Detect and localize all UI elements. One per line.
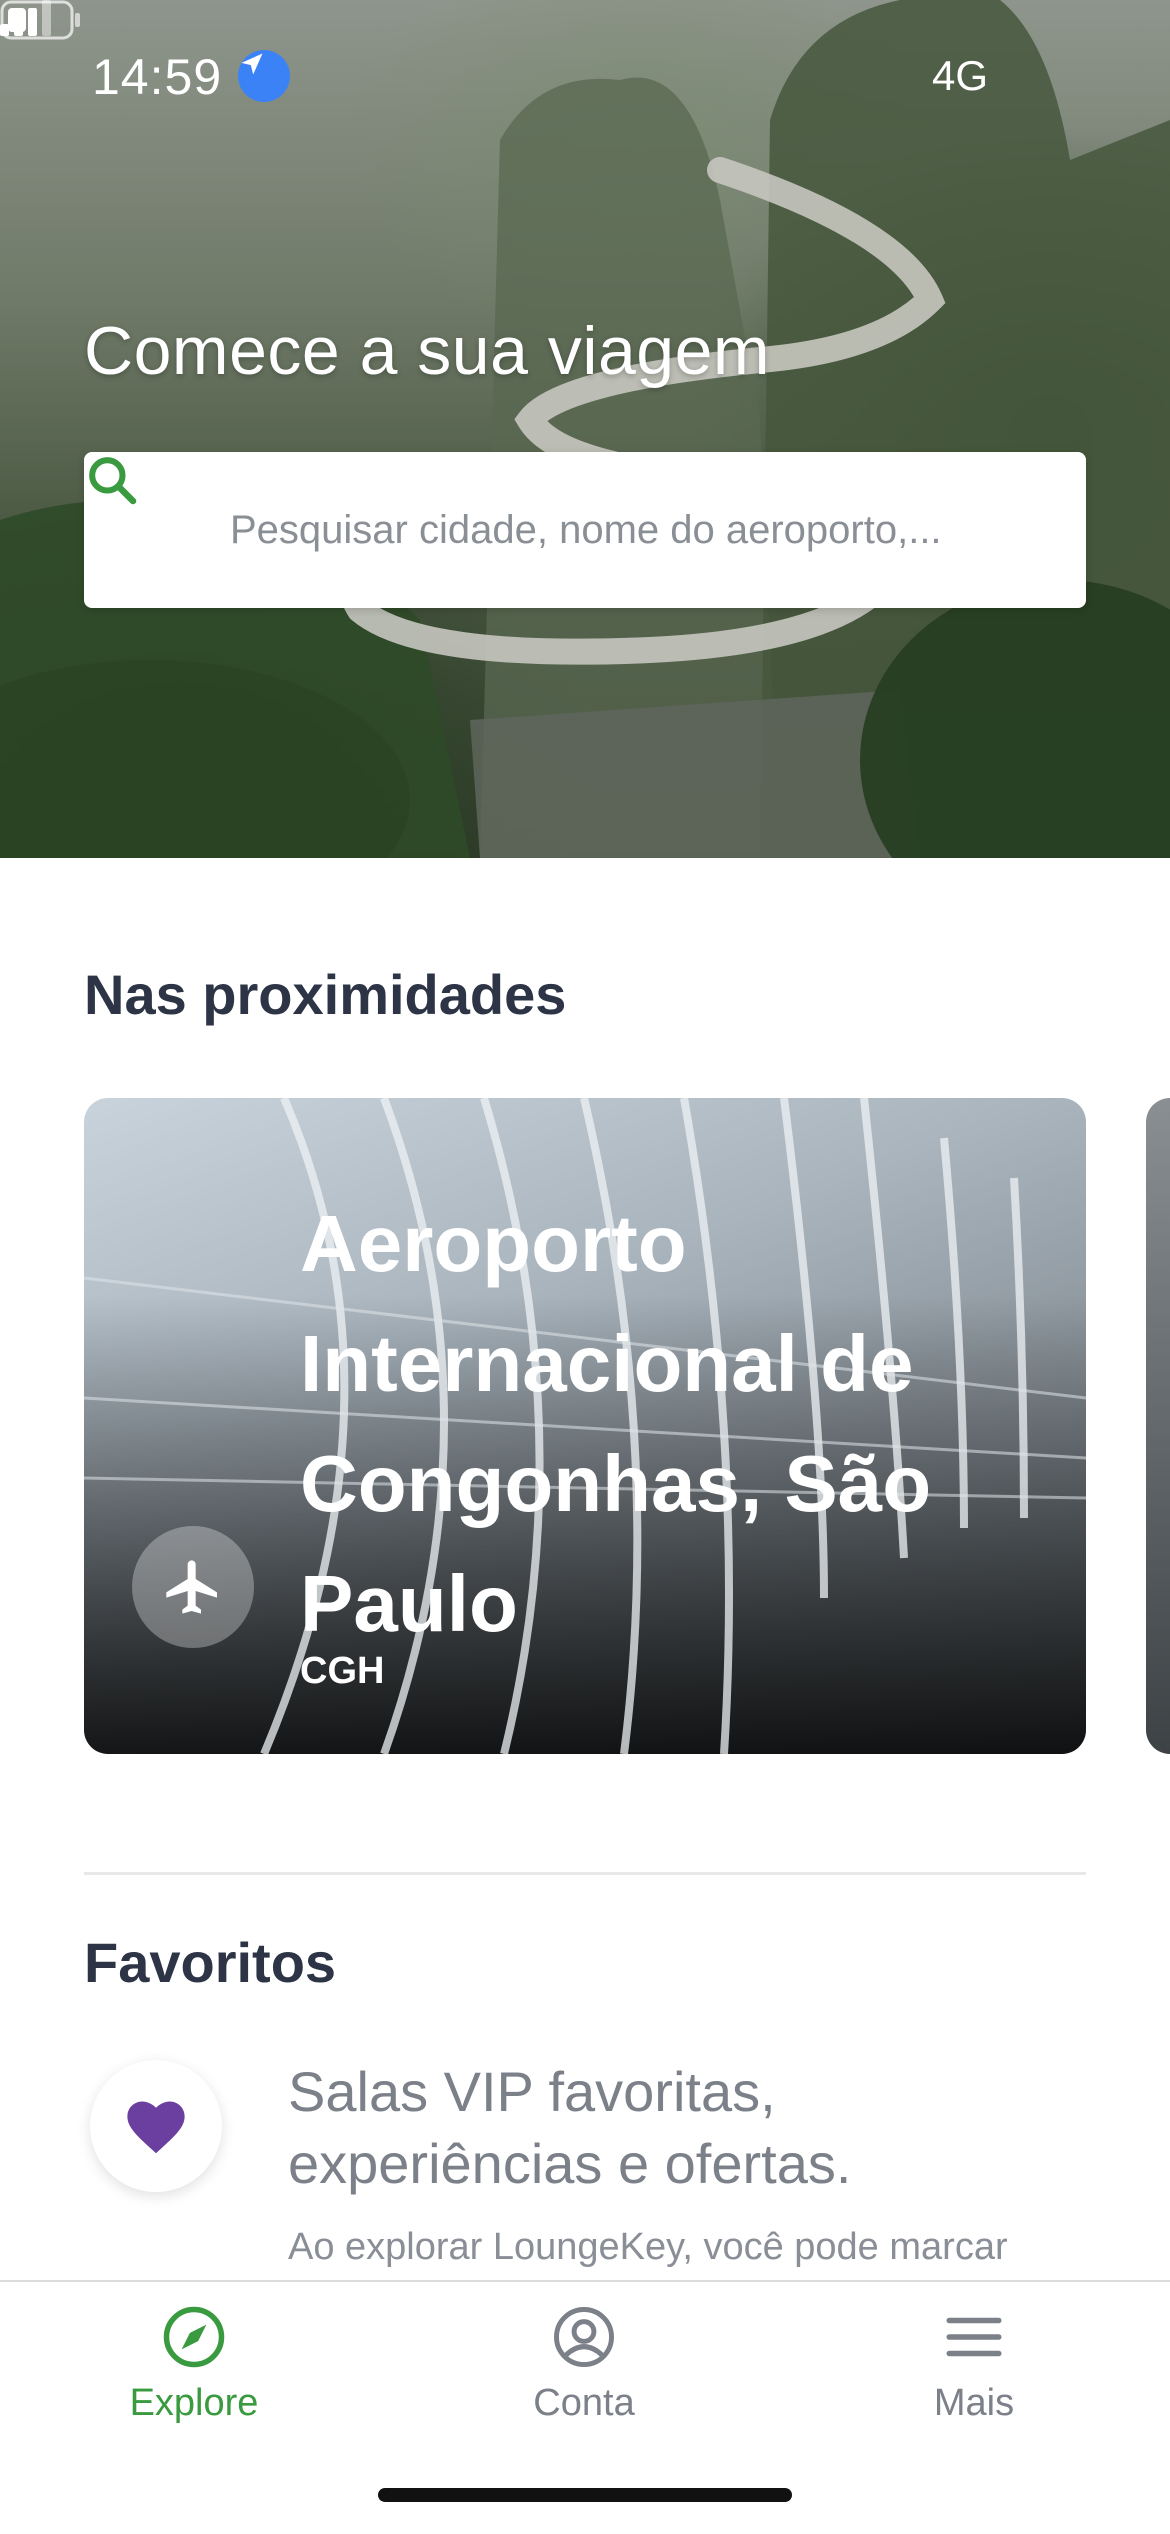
next-card-peek[interactable] [1146, 1098, 1170, 1754]
network-type: 4G [932, 52, 989, 99]
tab-explore-label: Explore [129, 2382, 259, 2424]
user-circle-icon [554, 2307, 614, 2367]
plane-icon [132, 1526, 254, 1648]
hero-title: Comece a sua viagem [84, 313, 771, 389]
favorites-badge [90, 2060, 222, 2192]
status-time: 14:59 [92, 49, 223, 105]
compass-icon [163, 2306, 225, 2368]
section-divider [84, 1872, 1086, 1875]
favorites-section-title: Favoritos [84, 1931, 337, 1994]
tab-conta-label: Conta [533, 2382, 635, 2424]
airport-name: Aeroporto Internacional de Congonhas, Sã… [300, 1199, 932, 1648]
heart-icon [127, 2101, 185, 2154]
tab-mais-label: Mais [933, 2382, 1015, 2424]
search-input[interactable] [228, 506, 1032, 554]
favorites-body: Ao explorar LoungeKey, você pode marcar [288, 2226, 1008, 2268]
tab-conta[interactable]: Conta [464, 2304, 704, 2425]
battery-icon [0, 0, 80, 40]
search-icon [89, 457, 200, 560]
hero-landscape-image [0, 0, 1170, 858]
location-arrow-icon [238, 50, 290, 102]
tab-explore[interactable]: Explore [74, 2304, 314, 2425]
airport-card[interactable]: Aeroporto Internacional de Congonhas, Sã… [84, 1098, 1086, 1754]
home-indicator [378, 2488, 792, 2502]
hero-banner: 14:59 4G Comece a sua viagem [0, 0, 1170, 858]
tab-mais[interactable]: Mais [854, 2304, 1094, 2425]
menu-icon [946, 2317, 1002, 2357]
airport-code: CGH [300, 1650, 385, 1692]
favorites-headline: Salas VIP favoritas, experiências e ofer… [288, 2060, 852, 2195]
search-bar[interactable] [84, 452, 1086, 608]
nearby-section-title: Nas proximidades [84, 963, 567, 1026]
